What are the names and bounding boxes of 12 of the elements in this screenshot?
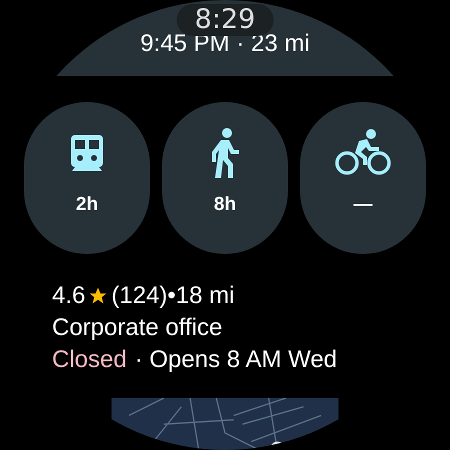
reviews-distance: (124)•18 mi (111, 282, 234, 310)
travel-mode-button[interactable]: 8h (162, 102, 288, 254)
place-category: Corporate office (52, 314, 224, 342)
star-icon (88, 286, 108, 306)
train-icon (71, 134, 103, 171)
travel-mode-button[interactable]: 2h (24, 102, 150, 254)
bicycle-icon (335, 128, 391, 177)
opening-hours: · Opens 8 AM Wed (134, 346, 338, 374)
open-status: Closed (52, 346, 127, 374)
walking-person-icon (210, 128, 240, 178)
rating: 4.6 (52, 282, 86, 310)
travel-mode-button[interactable]: — (300, 102, 426, 254)
